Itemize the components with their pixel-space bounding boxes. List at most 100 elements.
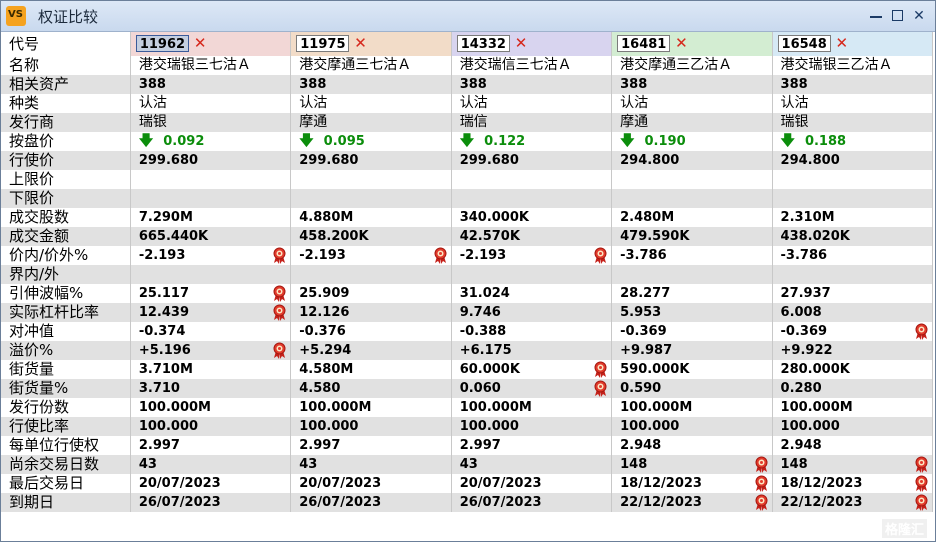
value-cell: +9.922: [772, 341, 934, 360]
cell-value: 100.000M: [459, 400, 532, 415]
award-ribbon-icon: [272, 247, 287, 264]
down-arrow-icon: 🡇: [620, 133, 635, 149]
value-cell: 18/12/2023: [611, 474, 773, 493]
row-label: 尚余交易日数: [1, 455, 131, 474]
value-cell: 3.710M: [130, 360, 292, 379]
cell-value: 港交瑞信三七沽Ａ: [459, 57, 572, 73]
cell-value: -0.388: [459, 324, 507, 339]
value-cell: -0.376: [290, 322, 452, 341]
cell-value: 瑞银: [138, 114, 167, 130]
value-cell: 摩通: [290, 113, 452, 132]
value-cell: [772, 189, 934, 208]
cell-value: 100.000M: [620, 400, 693, 415]
cell-value: 299.680: [459, 153, 519, 168]
row-label: 引伸波幅%: [1, 284, 131, 303]
award-ribbon-icon: [914, 456, 929, 473]
app-icon-text: VS: [8, 9, 23, 20]
code-header-cell: 11962 ✕: [130, 32, 292, 56]
cell-value: -2.193: [138, 248, 186, 263]
cell-value: 2.997: [138, 438, 180, 453]
table-row: 上限价: [1, 170, 934, 189]
remove-column-icon[interactable]: ✕: [354, 35, 367, 52]
remove-column-icon[interactable]: ✕: [836, 35, 849, 52]
value-cell: 280.000K: [772, 360, 934, 379]
value-cell: 9.746: [451, 303, 613, 322]
remove-column-icon[interactable]: ✕: [194, 35, 207, 52]
maximize-icon[interactable]: [892, 10, 903, 21]
minimize-icon[interactable]: [870, 10, 882, 18]
value-cell: [130, 189, 292, 208]
row-label: 最后交易日: [1, 474, 131, 493]
remove-column-icon[interactable]: ✕: [515, 35, 528, 52]
table-row: 价内/价外% -2.193 -2.193 -2.193 -3.786 -3.786: [1, 246, 934, 265]
cell-value: 20/07/2023: [299, 476, 382, 491]
value-cell: 2.997: [130, 436, 292, 455]
remove-column-icon[interactable]: ✕: [675, 35, 688, 52]
close-icon[interactable]: ✕: [913, 9, 925, 23]
cell-value: 2.480M: [620, 210, 675, 225]
value-cell: -0.388: [451, 322, 613, 341]
cell-value: 31.024: [459, 286, 510, 301]
cell-value: 28.277: [620, 286, 671, 301]
value-cell: 100.000: [611, 417, 773, 436]
cell-value: 2.997: [459, 438, 501, 453]
cell-value: 0.280: [780, 381, 822, 396]
table-row: 行使价 299.680 299.680 299.680 294.800 294.800: [1, 151, 934, 170]
value-cell: [130, 170, 292, 189]
cell-value: 590.000K: [620, 362, 690, 377]
cell-value: 294.800: [620, 153, 680, 168]
table-row: 到期日 26/07/2023 26/07/2023 26/07/2023 22/12/2…: [1, 493, 934, 512]
cell-value: +6.175: [459, 343, 512, 358]
row-label: 对冲值: [1, 322, 131, 341]
value-cell: 2.997: [290, 436, 452, 455]
value-cell: 4.580M: [290, 360, 452, 379]
price-value: 0.122: [484, 134, 526, 149]
code-input[interactable]: 14332: [456, 35, 510, 52]
cell-value: 148: [620, 457, 648, 472]
cell-value: 18/12/2023: [620, 476, 702, 491]
cell-value: 26/07/2023: [459, 495, 542, 510]
cell-value: 25.909: [299, 286, 350, 301]
code-input[interactable]: 11962: [135, 35, 189, 52]
cell-value: 瑞银: [780, 114, 809, 130]
value-cell: 100.000M: [451, 398, 613, 417]
value-cell: -3.786: [611, 246, 773, 265]
cell-value: 2.997: [299, 438, 341, 453]
value-cell: 2.948: [611, 436, 773, 455]
code-header-cell: 16481 ✕: [611, 32, 773, 56]
row-label: 行使比率: [1, 417, 131, 436]
value-cell: +5.294: [290, 341, 452, 360]
award-ribbon-icon: [272, 342, 287, 359]
row-label: 街货量: [1, 360, 131, 379]
cell-value: 认沽: [780, 95, 809, 111]
row-label: 每单位行使权: [1, 436, 131, 455]
value-cell: 27.937: [772, 284, 934, 303]
value-cell: 3.710: [130, 379, 292, 398]
row-label: 种类: [1, 94, 131, 113]
value-cell: [130, 265, 292, 284]
code-input[interactable]: 16548: [777, 35, 831, 52]
price-value: 0.095: [323, 134, 365, 149]
row-label: 按盘价: [1, 132, 131, 151]
value-cell: 148: [611, 455, 773, 474]
cell-value: 27.937: [780, 286, 831, 301]
cell-value: 100.000: [299, 419, 359, 434]
window-controls: ✕: [870, 9, 925, 23]
value-cell: 港交摩通三七沽Ａ: [290, 56, 452, 75]
cell-value: 100.000: [459, 419, 519, 434]
value-cell: [611, 265, 773, 284]
cell-value: 388: [138, 77, 166, 92]
cell-value: 港交摩通三七沽Ａ: [299, 57, 412, 73]
price-cell: 🡇 0.122: [451, 132, 613, 151]
cell-value: 42.570K: [459, 229, 520, 244]
cell-value: +9.922: [780, 343, 833, 358]
value-cell: [451, 189, 613, 208]
code-input[interactable]: 16481: [617, 35, 671, 52]
value-cell: 25.117: [130, 284, 292, 303]
value-cell: 12.439: [130, 303, 292, 322]
code-input[interactable]: 11975: [296, 35, 350, 52]
award-ribbon-icon: [593, 361, 608, 378]
value-cell: 认沽: [611, 94, 773, 113]
row-label: 到期日: [1, 493, 131, 512]
cell-value: 299.680: [138, 153, 199, 168]
